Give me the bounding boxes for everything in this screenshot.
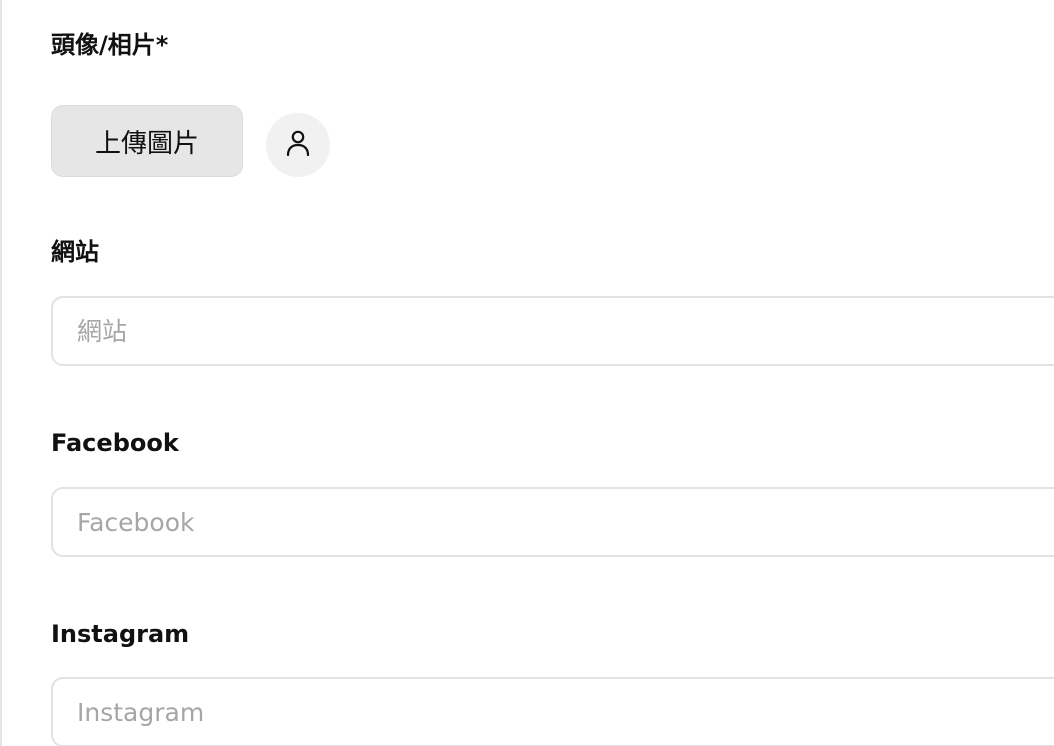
instagram-input[interactable]	[51, 677, 1054, 746]
website-label: 網站	[51, 238, 99, 266]
facebook-label: Facebook	[51, 429, 179, 457]
profile-form: 頭像/相片* 上傳圖片 網站 Facebook Instagram	[0, 0, 1054, 746]
website-input[interactable]	[51, 296, 1054, 366]
user-icon	[285, 129, 311, 161]
instagram-label: Instagram	[51, 620, 190, 648]
avatar	[266, 113, 330, 177]
upload-image-button[interactable]: 上傳圖片	[51, 105, 243, 177]
facebook-input[interactable]	[51, 487, 1054, 557]
avatar-label: 頭像/相片*	[51, 31, 169, 59]
